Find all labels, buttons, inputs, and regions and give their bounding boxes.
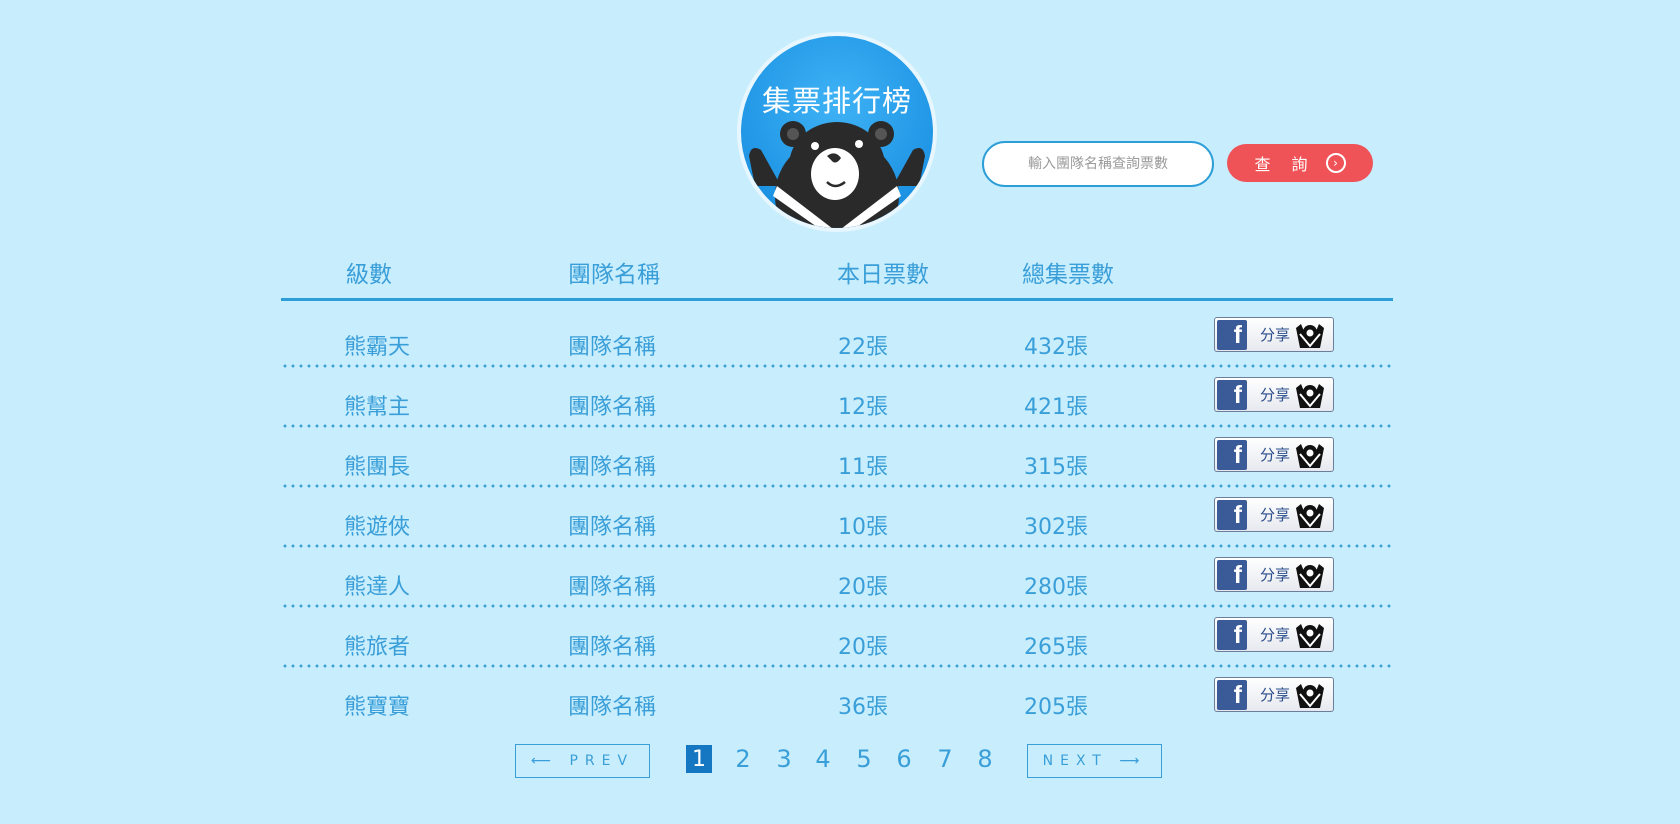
facebook-share-button[interactable]: f 分享: [1214, 317, 1334, 352]
table-row: 熊達人 團隊名稱 20張 280張 f 分享: [281, 548, 1393, 608]
header-team-name: 團隊名稱: [568, 262, 660, 288]
share-label: 分享: [1260, 386, 1291, 404]
row-total-votes: 432張: [1024, 335, 1088, 360]
header-today-votes: 本日票數: [837, 262, 929, 288]
row-level: 熊達人: [344, 575, 411, 600]
row-today-votes: 22張: [838, 335, 888, 360]
facebook-share-button[interactable]: f 分享: [1214, 677, 1334, 712]
bear-icon: [1296, 323, 1325, 348]
bear-icon: [1296, 623, 1325, 648]
row-team-name: 團隊名稱: [568, 455, 657, 480]
bear-icon: [1296, 383, 1325, 408]
row-today-votes: 11張: [838, 455, 888, 480]
row-level: 熊霸天: [344, 335, 411, 360]
row-today-votes: 20張: [838, 575, 888, 600]
facebook-icon: f: [1217, 379, 1247, 410]
page-1[interactable]: 1: [686, 745, 712, 773]
prev-button[interactable]: ⟵ PREV: [515, 744, 650, 778]
bear-icon: [1296, 683, 1325, 708]
row-level: 熊幫主: [344, 395, 411, 420]
row-team-name: 團隊名稱: [568, 635, 657, 660]
facebook-icon: f: [1217, 559, 1247, 590]
row-total-votes: 421張: [1024, 395, 1088, 420]
row-today-votes: 12張: [838, 395, 888, 420]
row-today-votes: 10張: [838, 515, 888, 540]
share-label: 分享: [1260, 506, 1291, 524]
search-input[interactable]: [982, 141, 1214, 187]
arrow-right-circle-icon: ›: [1325, 153, 1346, 173]
page-6[interactable]: 6: [891, 745, 917, 773]
row-team-name: 團隊名稱: [568, 575, 657, 600]
row-level: 熊團長: [344, 455, 411, 480]
facebook-share-button[interactable]: f 分享: [1214, 557, 1334, 592]
row-team-name: 團隊名稱: [568, 695, 657, 720]
share-label: 分享: [1260, 326, 1291, 344]
row-today-votes: 36張: [838, 695, 888, 720]
search-button-label: 查 詢: [1254, 155, 1316, 174]
header-level: 級數: [346, 262, 392, 288]
row-total-votes: 302張: [1024, 515, 1088, 540]
share-label: 分享: [1260, 566, 1291, 584]
table-row: 熊霸天 團隊名稱 22張 432張 f 分享: [281, 308, 1393, 368]
row-team-name: 團隊名稱: [568, 335, 657, 360]
next-button[interactable]: NEXT ⟶: [1027, 744, 1162, 778]
page-5[interactable]: 5: [851, 745, 877, 773]
row-level: 熊遊俠: [344, 515, 411, 540]
facebook-share-button[interactable]: f 分享: [1214, 497, 1334, 532]
bear-icon: [1296, 443, 1325, 468]
row-total-votes: 280張: [1024, 575, 1088, 600]
facebook-share-button[interactable]: f 分享: [1214, 617, 1334, 652]
row-total-votes: 315張: [1024, 455, 1088, 480]
table-row: 熊幫主 團隊名稱 12張 421張 f 分享: [281, 368, 1393, 428]
row-team-name: 團隊名稱: [568, 395, 657, 420]
bear-icon: [1296, 563, 1325, 588]
header-total-votes: 總集票數: [1022, 262, 1114, 288]
page-8[interactable]: 8: [972, 745, 998, 773]
facebook-icon: f: [1217, 619, 1247, 650]
table-row: 熊旅者 團隊名稱 20張 265張 f 分享: [281, 608, 1393, 668]
page-2[interactable]: 2: [730, 745, 756, 773]
table-row: 熊團長 團隊名稱 11張 315張 f 分享: [281, 428, 1393, 488]
facebook-share-button[interactable]: f 分享: [1214, 437, 1334, 472]
badge-title: 集票排行榜: [761, 84, 912, 118]
facebook-icon: f: [1217, 499, 1247, 530]
table-row: 熊寶寶 團隊名稱 36張 205張 f 分享: [281, 668, 1393, 728]
row-level: 熊寶寶: [344, 695, 411, 720]
share-label: 分享: [1260, 626, 1291, 644]
search-button[interactable]: 查 詢 ›: [1227, 144, 1373, 182]
bear-mascot-icon: [749, 121, 925, 228]
table-header: 級數 團隊名稱 本日票數 總集票數: [281, 252, 1393, 301]
share-label: 分享: [1260, 446, 1291, 464]
row-total-votes: 265張: [1024, 635, 1088, 660]
page-4[interactable]: 4: [810, 745, 836, 773]
row-level: 熊旅者: [344, 635, 411, 660]
facebook-icon: f: [1217, 679, 1247, 710]
facebook-share-button[interactable]: f 分享: [1214, 377, 1334, 412]
row-today-votes: 20張: [838, 635, 888, 660]
bear-icon: [1296, 503, 1325, 528]
row-team-name: 團隊名稱: [568, 515, 657, 540]
share-label: 分享: [1260, 686, 1291, 704]
ranking-badge: 集票排行榜: [737, 32, 937, 232]
facebook-icon: f: [1217, 319, 1247, 350]
table-row: 熊遊俠 團隊名稱 10張 302張 f 分享: [281, 488, 1393, 548]
facebook-icon: f: [1217, 439, 1247, 470]
page-3[interactable]: 3: [771, 745, 797, 773]
page-7[interactable]: 7: [932, 745, 958, 773]
row-total-votes: 205張: [1024, 695, 1088, 720]
